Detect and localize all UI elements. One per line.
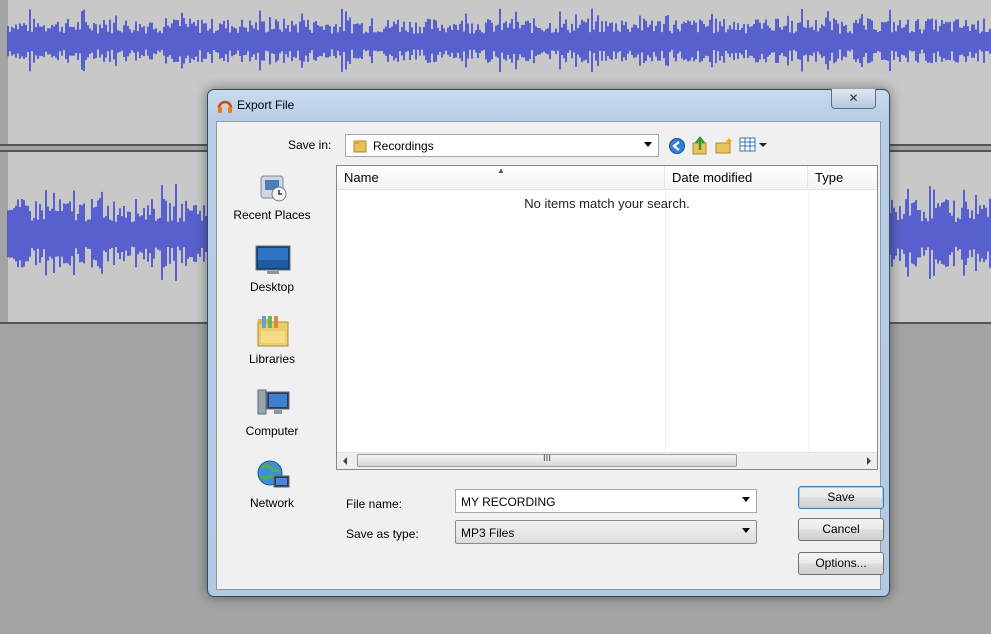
save-in-value: Recordings — [373, 139, 434, 153]
recent-places-icon — [260, 175, 287, 202]
column-divider — [808, 190, 809, 452]
up-folder-icon[interactable] — [691, 136, 709, 155]
column-header-type[interactable]: Type — [808, 166, 877, 190]
places-bar: Recent Places Desktop Libraries Computer… — [217, 162, 327, 510]
chevron-down-icon[interactable] — [742, 497, 750, 502]
file-name-combo[interactable] — [455, 489, 757, 513]
sort-ascending-icon: ▲ — [497, 166, 505, 175]
place-label: Computer — [245, 424, 299, 438]
network-icon — [257, 460, 290, 488]
horizontal-scrollbar[interactable]: III — [337, 452, 877, 469]
computer-icon — [257, 389, 290, 415]
scroll-left-icon[interactable] — [343, 457, 347, 465]
view-menu-icon[interactable] — [739, 137, 769, 153]
desktop-icon — [255, 245, 291, 274]
save-as-type-label: Save as type: — [346, 527, 419, 541]
empty-list-message: No items match your search. — [524, 196, 690, 211]
cancel-button[interactable]: Cancel — [798, 518, 884, 541]
save-as-type-value: MP3 Files — [461, 526, 515, 540]
options-button[interactable]: Options... — [798, 552, 884, 575]
folder-icon — [353, 140, 367, 153]
file-name-input[interactable] — [459, 492, 733, 512]
scroll-right-icon[interactable] — [867, 457, 871, 465]
place-label: Desktop — [249, 280, 295, 294]
close-button[interactable]: ✕ — [831, 89, 876, 109]
libraries-icon — [257, 316, 289, 347]
new-folder-icon[interactable] — [714, 136, 734, 155]
place-label: Recent Places — [233, 208, 311, 222]
chevron-down-icon — [644, 142, 652, 147]
column-divider — [665, 190, 666, 452]
save-as-type-select[interactable]: MP3 Files — [455, 520, 757, 544]
scroll-thumb[interactable]: III — [357, 454, 737, 467]
file-list[interactable]: Name ▲ Date modified Type No items match… — [336, 165, 878, 470]
save-in-label: Save in: — [288, 138, 332, 152]
back-arrow-icon[interactable] — [668, 137, 686, 155]
place-label: Libraries — [248, 352, 296, 366]
save-button[interactable]: Save — [798, 486, 884, 509]
dialog-title: Export File — [237, 98, 295, 112]
column-header-name[interactable]: Name ▲ — [337, 166, 665, 190]
save-in-combo[interactable]: Recordings — [345, 134, 659, 157]
export-file-dialog: Export File ✕ Save in: Recordings Recent… — [207, 89, 890, 597]
dialog-client-area: Save in: Recordings Recent Places Deskto… — [216, 121, 884, 590]
close-icon: ✕ — [848, 91, 859, 105]
column-header-date-modified[interactable]: Date modified — [665, 166, 808, 190]
place-label: Network — [249, 496, 294, 510]
headphones-icon — [217, 100, 233, 113]
chevron-down-icon — [742, 528, 750, 533]
file-name-label: File name: — [346, 497, 403, 511]
scroll-grip-icon: III — [543, 454, 551, 464]
